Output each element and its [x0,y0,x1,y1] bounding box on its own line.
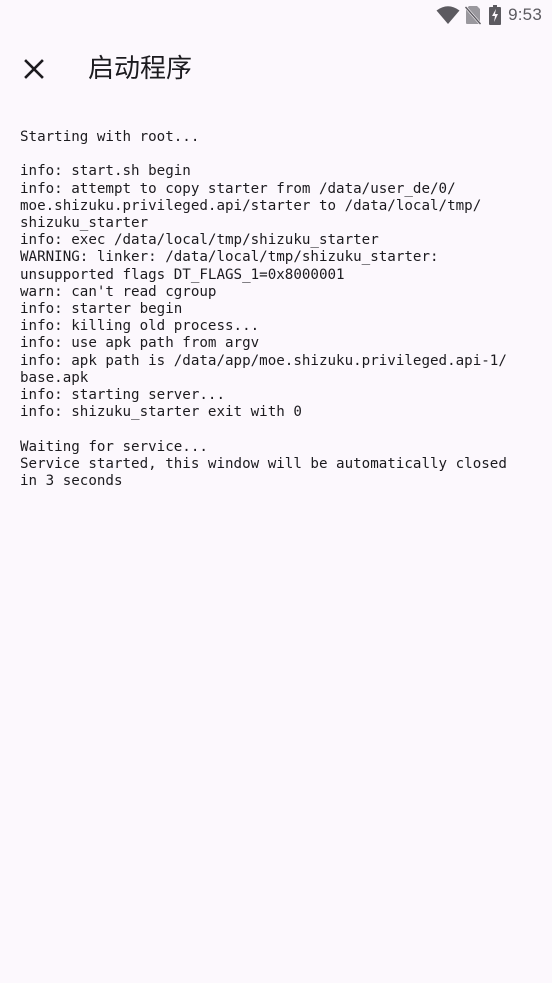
battery-charging-icon [488,4,502,26]
status-bar-clock: 9:53 [508,5,542,24]
log-line: shizuku_starter [20,215,149,231]
log-line: moe.shizuku.privileged.api/starter to /d… [20,197,482,214]
no-sim-icon [464,4,482,26]
log-line: in 3 seconds [20,473,123,490]
log-line: info: start.sh begin [20,163,191,180]
log-line: info: apk path is /data/app/moe.shizuku.… [20,352,507,369]
page-title: 启动程序 [88,54,193,84]
log-line: info: starter begin [20,301,183,318]
status-bar: 9:53 [0,0,552,30]
log-line: Service started, this window will be aut… [20,455,507,472]
wifi-icon [436,4,460,26]
log-line: info: use apk path from argv [20,335,260,352]
log-line: base.apk [20,369,89,386]
screen: 9:53 启动程序 Starting with root... info: sta… [0,0,552,983]
log-line: info: shizuku_starter exit with 0 [20,404,302,421]
log-output: Starting with root... info: start.sh begi… [20,129,540,490]
log-line: unsupported flags DT_FLAGS_1=0x8000001 [20,266,345,283]
log-line: Waiting for service... [20,438,208,455]
log-line: info: killing old process... [20,318,260,335]
top-app-bar: 启动程序 [0,36,552,102]
log-line: info: starting server... [20,387,225,404]
log-line: info: exec /data/local/tmp/shizuku_start… [20,232,379,249]
log-line: info: attempt to copy starter from /data… [20,180,456,197]
log-line: Starting with root... [20,129,200,145]
status-icons: 9:53 [436,4,542,26]
log-line: warn: can't read cgroup [20,283,217,300]
close-icon [24,59,44,79]
close-button[interactable] [12,47,56,91]
log-line: WARNING: linker: /data/local/tmp/shizuku… [20,249,439,266]
